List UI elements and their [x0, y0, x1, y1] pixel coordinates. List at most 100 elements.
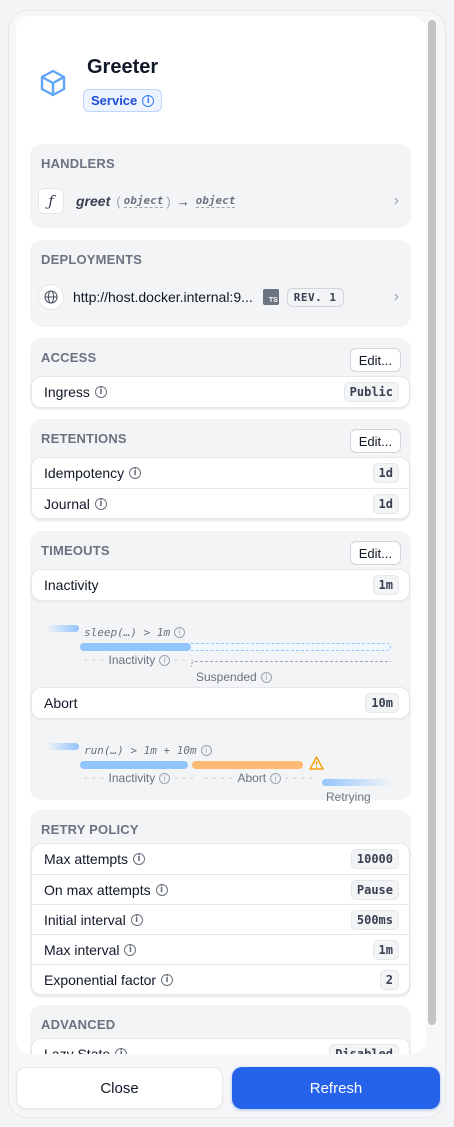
exponential-factor-value: 2 — [379, 969, 399, 990]
info-icon[interactable]: i — [200, 745, 212, 756]
handler-name: greet — [76, 193, 111, 209]
globe-icon — [38, 284, 64, 310]
retry-policy-section: RETRY POLICY Max attempts i 10000 On max … — [30, 810, 411, 998]
warning-icon — [309, 756, 324, 770]
initial-interval-value: 500ms — [350, 909, 399, 930]
inactivity-phase-bar — [80, 643, 191, 651]
info-icon[interactable]: i — [270, 772, 282, 784]
inactivity-diagram: sleep(…) > 1m i - - - Inactivity i - - -… — [30, 601, 411, 691]
retentions-section: RETENTIONS Edit... Idempotency i 1d Journ… — [30, 419, 411, 522]
initial-interval-label: Initial interval — [44, 911, 126, 928]
access-rows: Ingress i Public — [31, 376, 410, 408]
retry-policy-rows: Max attempts i 10000 On max attempts i Pau… — [31, 843, 410, 995]
idempotency-value: 1d — [372, 463, 399, 483]
info-icon[interactable]: i — [130, 913, 143, 926]
info-icon[interactable]: i — [161, 973, 174, 986]
deployments-section: DEPLOYMENTS http://host.docker.internal:… — [30, 240, 411, 327]
max-interval-row: Max interval i 1m — [32, 934, 409, 964]
info-icon[interactable]: i — [159, 654, 171, 666]
info-icon[interactable]: i — [133, 853, 146, 865]
inactivity-phase-label: Inactivity — [108, 653, 156, 667]
ingress-label: Ingress — [44, 384, 90, 400]
max-attempts-value: 10000 — [350, 849, 399, 869]
on-max-attempts-value: Pause — [350, 879, 399, 900]
handler-output-type: object — [195, 194, 236, 208]
close-button[interactable]: Close — [16, 1067, 223, 1109]
info-icon[interactable]: i — [94, 386, 107, 398]
abort-phase-labels: - - - Inactivity i - - - - - - - Abort i… — [84, 771, 314, 785]
inactivity-row: Inactivity 1m — [32, 570, 409, 600]
ingress-row: Ingress i Public — [32, 377, 409, 407]
inactivity-phase-bar — [80, 761, 188, 769]
max-attempts-label: Max attempts — [44, 851, 129, 867]
paren-close: ) — [166, 193, 171, 209]
inactivity-value: 1m — [372, 575, 399, 595]
lazy-state-value: Disabled — [329, 1044, 399, 1054]
service-title: Greeter — [87, 56, 159, 78]
journal-label: Journal — [44, 495, 90, 512]
suspended-label-wrap: Suspended i — [196, 670, 272, 684]
on-max-attempts-label: On max attempts — [44, 881, 151, 898]
ingress-value: Public — [343, 382, 399, 402]
handler-input-type: object — [123, 194, 164, 208]
abort-diagram: run(…) > 1m + 10m i - - - Inactivity i -… — [30, 719, 411, 804]
suspended-phase-bar — [191, 643, 391, 651]
info-icon: i — [142, 94, 155, 107]
lazy-state-row: Lazy State i Disabled — [32, 1039, 409, 1054]
timeouts-section: TIMEOUTS Edit... Inactivity 1m sleep(…) … — [30, 531, 411, 804]
inactivity-phase-label-wrap: - - - Inactivity i - - - — [84, 653, 195, 667]
service-type-label: Service — [91, 93, 138, 108]
revision-badge: REV. 1 — [286, 287, 344, 307]
paren-open: ( — [116, 193, 121, 209]
scrollbar-thumb[interactable] — [428, 20, 436, 1025]
suspended-phase-label: Suspended — [196, 670, 257, 684]
retrying-bar — [322, 779, 392, 786]
journal-row: Journal i 1d — [32, 488, 409, 518]
refresh-button[interactable]: Refresh — [232, 1067, 440, 1109]
info-icon[interactable]: i — [94, 497, 107, 510]
access-title: ACCESS — [41, 350, 97, 365]
abort-row: Abort 10m — [32, 688, 409, 718]
deployment-item[interactable]: http://host.docker.internal:9... TS REV.… — [38, 282, 403, 312]
exponential-factor-row: Exponential factor i 2 — [32, 964, 409, 994]
journal-value: 1d — [372, 493, 399, 514]
inactivity-expression: sleep(…) > 1m i — [84, 626, 186, 639]
abort-row-card: Abort 10m — [31, 687, 410, 719]
inactivity-expr-text: sleep(…) > 1m — [84, 626, 171, 639]
service-type-badge[interactable]: Service i — [83, 89, 163, 112]
timeouts-title: TIMEOUTS — [41, 543, 110, 558]
lead-in-bar — [46, 743, 79, 750]
chevron-right-icon: › — [393, 192, 399, 209]
info-icon[interactable]: i — [159, 772, 171, 784]
info-icon[interactable]: i — [174, 627, 186, 638]
deployments-title: DEPLOYMENTS — [41, 252, 143, 267]
handler-item-greet[interactable]: ƒ greet ( object ) → object › — [38, 186, 403, 216]
chevron-right-icon: › — [393, 288, 399, 305]
timeouts-edit-button[interactable]: Edit... — [349, 541, 401, 565]
retrying-label-wrap: Retrying — [326, 788, 371, 806]
max-attempts-row: Max attempts i 10000 — [32, 844, 409, 874]
retentions-rows: Idempotency i 1d Journal i 1d — [31, 457, 410, 519]
initial-interval-row: Initial interval i 500ms — [32, 904, 409, 934]
idempotency-row: Idempotency i 1d — [32, 458, 409, 488]
info-icon[interactable]: i — [124, 943, 137, 956]
abort-value: 10m — [365, 693, 399, 713]
typescript-icon: TS — [262, 289, 279, 305]
advanced-rows: Lazy State i Disabled — [31, 1038, 410, 1054]
abort-phase-label: Abort — [237, 771, 267, 785]
retry-policy-title: RETRY POLICY — [41, 822, 139, 837]
idempotency-label: Idempotency — [44, 465, 125, 481]
info-icon[interactable]: i — [115, 1048, 128, 1054]
info-icon[interactable]: i — [260, 671, 272, 683]
suspended-span — [191, 661, 391, 667]
arrow-right-icon: → — [176, 193, 190, 209]
cube-icon — [40, 69, 66, 97]
info-icon[interactable]: i — [129, 467, 142, 479]
retentions-title: RETENTIONS — [41, 431, 127, 446]
advanced-title: ADVANCED — [41, 1017, 116, 1032]
access-edit-button[interactable]: Edit... — [349, 348, 401, 372]
service-header: Greeter Service i — [16, 16, 426, 146]
handlers-section: HANDLERS ƒ greet ( object ) → object › — [30, 144, 411, 228]
info-icon[interactable]: i — [155, 883, 168, 896]
retentions-edit-button[interactable]: Edit... — [349, 429, 401, 453]
